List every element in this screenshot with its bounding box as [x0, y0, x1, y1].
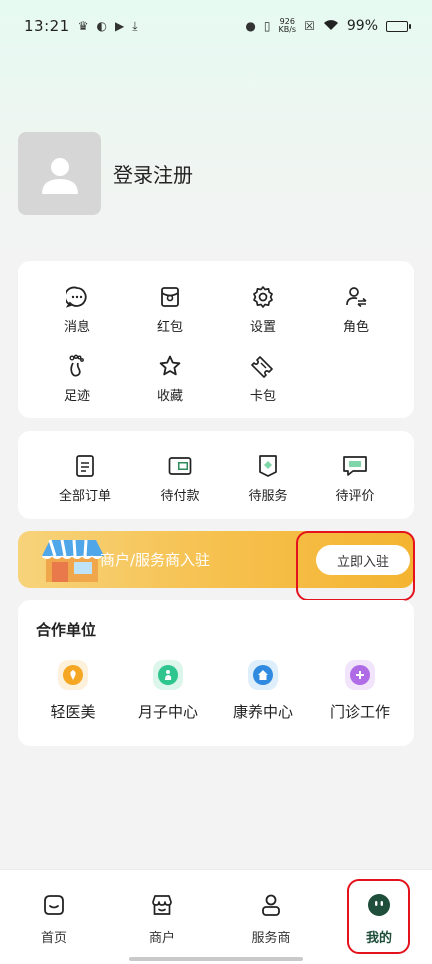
partner-clinic-icon: [345, 660, 375, 690]
tab-label: 首页: [40, 931, 67, 946]
wallet-icon: [167, 453, 193, 479]
footprint-icon: [64, 353, 90, 379]
no-sim-icon: ☒: [304, 19, 315, 33]
service-icon: [255, 453, 281, 479]
order-item-all[interactable]: 全部订单: [39, 453, 131, 504]
menu-item-favorites[interactable]: 收藏: [124, 353, 216, 404]
vibrate-icon: ▯: [263, 19, 271, 33]
user-placeholder-icon: [41, 157, 78, 194]
person-icon: [258, 892, 284, 918]
highlight-box-join: [296, 531, 415, 601]
menu-item-label: 红包: [156, 320, 183, 335]
partners-title: 合作单位: [36, 621, 97, 639]
menu-item-label: 卡包: [249, 389, 276, 404]
battery-icon: [386, 20, 411, 32]
partner-clinic-work[interactable]: 门诊工作: [313, 660, 407, 722]
orders-card: 全部订单 待付款 待服务 待评价: [18, 431, 414, 519]
document-icon: [72, 453, 98, 479]
message-icon: [64, 284, 90, 310]
menu-item-label: 消息: [63, 320, 90, 335]
menu-item-label: 设置: [249, 320, 276, 335]
partner-light-aesthetics[interactable]: 轻医美: [26, 660, 120, 722]
tab-label: 商户: [148, 931, 175, 946]
menu-item-role[interactable]: 角色: [310, 284, 402, 335]
play-icon: ▶: [114, 19, 125, 33]
menu-card: 消息 红包 设置 角色 足迹 收藏 卡包: [18, 261, 414, 418]
banner-text: 商户/服务商入驻: [100, 551, 211, 569]
partner-wellness-icon: [248, 660, 278, 690]
order-item-pending-payment[interactable]: 待付款: [134, 453, 226, 504]
partner-label: 康养中心: [232, 703, 293, 721]
highlight-box-mine-tab: [347, 879, 410, 954]
net-speed-unit: KB/s: [278, 25, 297, 34]
partner-wellness-center[interactable]: 康养中心: [216, 660, 310, 722]
ticket-icon: [250, 353, 276, 379]
switch-role-icon: [343, 284, 369, 310]
tab-home[interactable]: 首页: [9, 892, 99, 946]
login-register-link[interactable]: 登录注册: [113, 159, 193, 188]
red-packet-icon: [157, 284, 183, 310]
partner-maternity-icon: [153, 660, 183, 690]
profile-header[interactable]: 登录注册: [18, 132, 193, 215]
menu-item-red-packet[interactable]: 红包: [124, 284, 216, 335]
order-item-label: 全部订单: [58, 489, 111, 504]
net-speed: 926 KB/s: [279, 18, 297, 34]
order-item-label: 待付款: [160, 489, 200, 504]
avatar[interactable]: [18, 132, 101, 215]
partner-label: 轻医美: [50, 703, 96, 721]
menu-item-settings[interactable]: 设置: [217, 284, 309, 335]
star-icon: [157, 353, 183, 379]
order-item-label: 待评价: [335, 489, 375, 504]
menu-item-label: 收藏: [156, 389, 183, 404]
order-item-pending-review[interactable]: 待评价: [309, 453, 401, 504]
battery-percent: 99%: [346, 18, 378, 34]
comment-icon: [342, 453, 368, 479]
wifi-icon: [323, 19, 339, 34]
menu-item-footprint[interactable]: 足迹: [31, 353, 123, 404]
home-indicator[interactable]: [129, 957, 303, 961]
shop-icon: [149, 892, 175, 918]
order-item-pending-service[interactable]: 待服务: [222, 453, 314, 504]
partner-label: 门诊工作: [329, 703, 390, 721]
tab-service-provider[interactable]: 服务商: [226, 892, 316, 946]
partner-label: 月子中心: [137, 703, 198, 721]
app-notification-icon: ◐: [96, 19, 107, 33]
menu-item-message[interactable]: 消息: [31, 284, 123, 335]
gear-icon: [250, 284, 276, 310]
menu-item-label: 角色: [342, 320, 369, 335]
crown-icon: ♛: [77, 19, 89, 33]
menu-item-label: 足迹: [63, 389, 90, 404]
partners-card: 合作单位 轻医美 月子中心 康养中心 门诊工作: [18, 600, 414, 746]
home-icon: [41, 892, 67, 918]
order-item-label: 待服务: [248, 489, 288, 504]
location-icon: ●: [245, 19, 256, 33]
partner-maternity-center[interactable]: 月子中心: [121, 660, 215, 722]
menu-item-card-wallet[interactable]: 卡包: [217, 353, 309, 404]
status-bar: 13:21 ♛ ◐ ▶ ⤓ ● ▯ 926 KB/s ☒ 99%: [0, 0, 432, 52]
download-icon: ⤓: [132, 18, 138, 33]
tab-label: 服务商: [251, 931, 291, 946]
tab-merchant[interactable]: 商户: [117, 892, 207, 946]
partner-light-aesthetics-icon: [58, 660, 88, 690]
status-time: 13:21: [24, 17, 70, 35]
